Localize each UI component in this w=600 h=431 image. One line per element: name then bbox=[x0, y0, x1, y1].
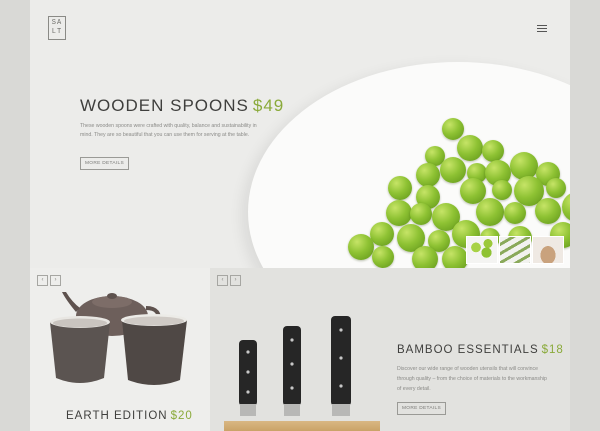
thumbnail-asparagus[interactable] bbox=[499, 236, 531, 264]
hero-price: $49 bbox=[252, 96, 285, 115]
hero-description: These wooden spoons were crafted with qu… bbox=[80, 123, 257, 138]
hero-more-details-button[interactable]: MORE DETAILS bbox=[80, 157, 129, 170]
bamboo-description: Discover our wide range of wooden utensi… bbox=[397, 366, 547, 392]
page-frame: SA LT WOODEN SPOONS $49 These wooden spoo… bbox=[30, 0, 570, 431]
bamboo-heading: BAMBOO ESSENTIALS $18 bbox=[397, 344, 564, 356]
hamburger-menu-icon[interactable] bbox=[537, 25, 547, 33]
salt-logo[interactable]: SA LT bbox=[48, 16, 66, 40]
earth-product-name: EARTH EDITION bbox=[66, 410, 168, 422]
hero-product-name: WOODEN SPOONS bbox=[80, 96, 249, 115]
bamboo-product-name: BAMBOO ESSENTIALS bbox=[397, 344, 539, 356]
bamboo-essentials-card: ‹ › BAMBOO ESSENTIALS $18 Discover our wi… bbox=[210, 268, 570, 431]
bamboo-more-details-button[interactable]: MORE DETAILS bbox=[397, 402, 446, 415]
thumbnail-peas[interactable] bbox=[466, 236, 498, 264]
teaset-image bbox=[50, 292, 187, 385]
earth-price: $20 bbox=[170, 410, 193, 422]
wooden-block bbox=[224, 421, 380, 431]
hero-section: SA LT WOODEN SPOONS $49 These wooden spoo… bbox=[30, 0, 570, 268]
bamboo-price: $18 bbox=[541, 344, 564, 356]
earth-edition-card: ‹ › EARTH EDITION $20 bbox=[30, 268, 210, 431]
hero-heading: WOODEN SPOONS $49 bbox=[80, 96, 284, 116]
logo-line-2: LT bbox=[51, 28, 63, 36]
knives-image bbox=[239, 316, 351, 416]
earth-heading: EARTH EDITION $20 bbox=[66, 410, 193, 422]
logo-line-1: SA bbox=[51, 19, 63, 27]
thumbnail-wooden-spoons[interactable] bbox=[532, 236, 564, 264]
